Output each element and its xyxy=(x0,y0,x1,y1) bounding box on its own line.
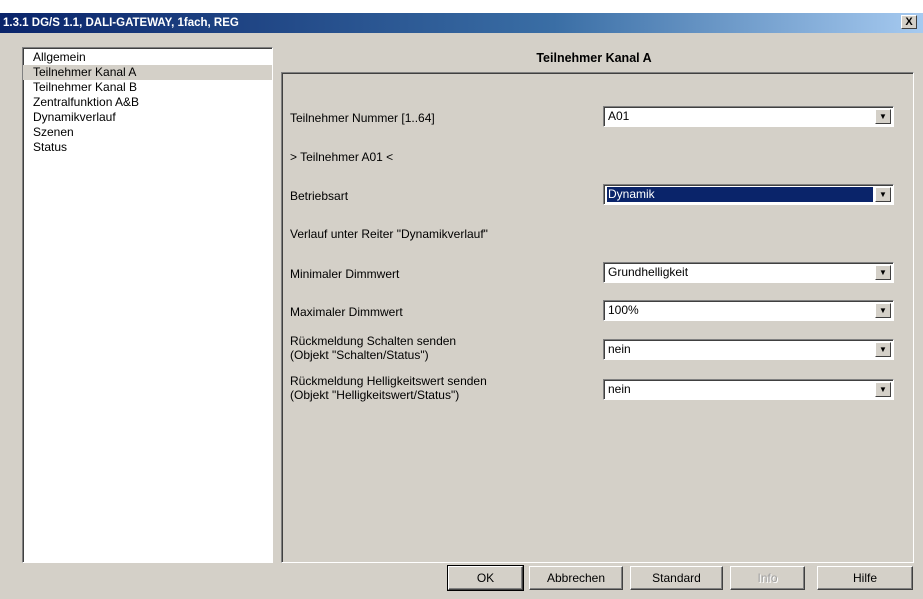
betriebsart-label: Betriebsart xyxy=(290,189,349,203)
title-bar: 1.3.1 DG/S 1.1, DALI-GATEWAY, 1fach, REG… xyxy=(0,13,923,33)
min-dimmwert-value: Grundhelligkeit xyxy=(608,265,689,279)
max-dimmwert-select[interactable]: 100% ▼ xyxy=(603,300,894,321)
chevron-down-icon[interactable]: ▼ xyxy=(875,303,891,318)
sidebar-item-allgemein[interactable]: Allgemein xyxy=(23,50,272,65)
teilnehmer-nummer-label: Teilnehmer Nummer [1..64] xyxy=(290,111,435,125)
sidebar-item-status[interactable]: Status xyxy=(23,140,272,155)
min-dimmwert-label: Minimaler Dimmwert xyxy=(290,267,400,281)
close-button[interactable]: X xyxy=(901,15,917,29)
close-icon: X xyxy=(905,16,913,28)
hilfe-button[interactable]: Hilfe xyxy=(817,566,913,590)
info-button[interactable]: Info xyxy=(730,566,805,590)
max-dimmwert-value: 100% xyxy=(608,303,639,317)
parameter-panel: Teilnehmer Nummer [1..64] A01 ▼ > Teilne… xyxy=(281,72,914,563)
teilnehmer-nummer-select[interactable]: A01 ▼ xyxy=(603,106,894,127)
rm-schalten-label-line1: Rückmeldung Schalten senden xyxy=(290,334,457,348)
sidebar-item-label: Allgemein xyxy=(33,50,86,64)
sidebar-item-szenen[interactable]: Szenen xyxy=(23,125,272,140)
rm-helligkeit-label-line2: (Objekt "Helligkeitswert/Status") xyxy=(290,388,460,402)
window-title: 1.3.1 DG/S 1.1, DALI-GATEWAY, 1fach, REG xyxy=(3,17,239,29)
sidebar-item-teilnehmer-kanal-b[interactable]: Teilnehmer Kanal B xyxy=(23,80,272,95)
rm-helligkeit-value: nein xyxy=(608,382,631,396)
verlauf-info-text: Verlauf unter Reiter "Dynamikverlauf" xyxy=(290,227,488,241)
rm-schalten-label-line2: (Objekt "Schalten/Status") xyxy=(290,348,429,362)
chevron-down-icon[interactable]: ▼ xyxy=(875,265,891,280)
sidebar-item-label: Zentralfunktion A&B xyxy=(33,95,140,109)
max-dimmwert-label: Maximaler Dimmwert xyxy=(290,305,403,319)
chevron-down-icon[interactable]: ▼ xyxy=(875,109,891,124)
teilnehmer-nummer-value: A01 xyxy=(608,109,630,123)
betriebsart-value: Dynamik xyxy=(606,186,874,203)
chevron-down-icon[interactable]: ▼ xyxy=(875,382,891,397)
rm-helligkeit-select[interactable]: nein ▼ xyxy=(603,379,894,400)
sidebar-item-label: Dynamikverlauf xyxy=(33,110,116,124)
rm-schalten-select[interactable]: nein ▼ xyxy=(603,339,894,360)
sidebar-item-zentralfunktion[interactable]: Zentralfunktion A&B xyxy=(23,95,272,110)
sidebar-item-dynamikverlauf[interactable]: Dynamikverlauf xyxy=(23,110,272,125)
sidebar-item-label: Szenen xyxy=(33,125,74,139)
parameter-tree[interactable]: Allgemein Teilnehmer Kanal A Teilnehmer … xyxy=(22,47,273,563)
rm-helligkeit-label-line1: Rückmeldung Helligkeitswert senden xyxy=(290,374,487,388)
abbrechen-button[interactable]: Abbrechen xyxy=(529,566,623,590)
rm-schalten-value: nein xyxy=(608,342,631,356)
betriebsart-select[interactable]: Dynamik ▼ xyxy=(603,184,894,205)
chevron-down-icon[interactable]: ▼ xyxy=(875,187,891,202)
standard-button[interactable]: Standard xyxy=(630,566,723,590)
min-dimmwert-select[interactable]: Grundhelligkeit ▼ xyxy=(603,262,894,283)
page-title: Teilnehmer Kanal A xyxy=(536,51,652,65)
teilnehmer-info-text: > Teilnehmer A01 < xyxy=(290,150,394,164)
sidebar-item-label: Status xyxy=(33,140,68,154)
sidebar-item-label: Teilnehmer Kanal A xyxy=(33,65,137,79)
ok-button[interactable]: OK xyxy=(447,565,524,591)
sidebar-item-teilnehmer-kanal-a[interactable]: Teilnehmer Kanal A xyxy=(23,65,272,80)
sidebar-item-label: Teilnehmer Kanal B xyxy=(33,80,138,94)
chevron-down-icon[interactable]: ▼ xyxy=(875,342,891,357)
dialog-window: 1.3.1 DG/S 1.1, DALI-GATEWAY, 1fach, REG… xyxy=(0,13,923,599)
